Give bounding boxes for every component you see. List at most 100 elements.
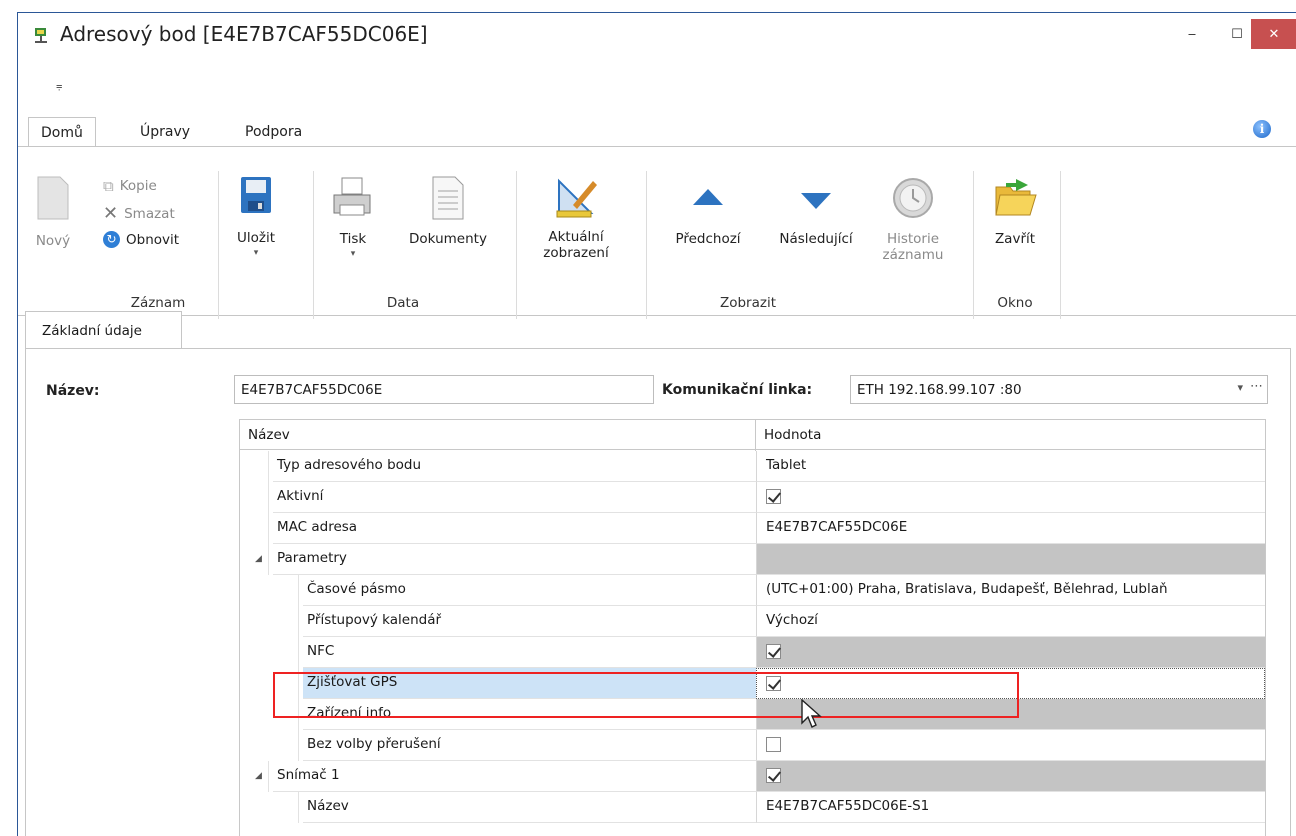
current-view-label-2: zobrazení [543, 245, 609, 261]
documents-button[interactable]: Dokumenty [398, 175, 498, 247]
grid-row[interactable]: NFC [240, 637, 1265, 668]
ellipsis-button[interactable]: ⋯ [1250, 379, 1263, 394]
address-point-icon [35, 28, 47, 43]
history-clock-icon [893, 178, 933, 218]
property-name: Typ adresového bodu [273, 451, 756, 482]
row-indent [240, 451, 269, 482]
chevron-down-icon[interactable]: ▾ [1237, 381, 1243, 394]
current-view-button[interactable]: Aktuální zobrazení [526, 175, 626, 261]
grid-row[interactable]: Název E4E7B7CAF55DC06E-S1 [240, 792, 1265, 823]
communication-link-select[interactable]: ETH 192.168.99.107 :80 ▾ ⋯ [850, 375, 1268, 404]
next-button[interactable]: Následující [766, 175, 866, 247]
save-button[interactable]: Uložit ▾ [231, 175, 281, 258]
checkbox[interactable] [766, 737, 781, 752]
property-value[interactable]: E4E7B7CAF55DC06E [756, 513, 1265, 544]
grid-row[interactable]: Časové pásmo (UTC+01:00) Praha, Bratislav… [240, 575, 1265, 606]
checkbox[interactable] [766, 489, 781, 504]
new-label: Nový [35, 233, 71, 249]
record-history-button[interactable]: Historie záznamu [873, 175, 953, 263]
communication-link-label: Komunikační linka: [662, 382, 813, 398]
title-bar: Adresový bod [E4E7B7CAF55DC06E] ‒ ☐ ✕ [18, 13, 1296, 57]
property-value[interactable] [756, 730, 1265, 761]
column-header-name[interactable]: Název [248, 427, 290, 443]
ribbon-separator [646, 171, 647, 319]
history-label-2: záznamu [882, 247, 944, 263]
row-indent [240, 637, 299, 668]
ribbon-separator [313, 171, 314, 319]
grid-row[interactable]: Typ adresového bodu Tablet [240, 451, 1265, 482]
close-window-button[interactable]: ✕ [1251, 19, 1296, 49]
property-name: Časové pásmo [303, 575, 756, 606]
ribbon-separator [1060, 171, 1061, 319]
tab-domu[interactable]: Domů [28, 117, 96, 147]
grid-scrollbar[interactable] [1265, 419, 1282, 836]
group-label-window: Okno [997, 295, 1033, 311]
copy-label: Kopie [119, 178, 157, 194]
property-value-text: Tablet [766, 457, 807, 473]
column-header-value[interactable]: Hodnota [764, 427, 821, 443]
grid-header: Název Hodnota [240, 419, 1265, 451]
quick-access-toolbar-menu[interactable]: ⩦ [56, 79, 62, 93]
close-record-button[interactable]: Zavřít [980, 175, 1050, 247]
row-indent [240, 730, 299, 761]
property-value[interactable] [756, 544, 1265, 575]
expand-collapse-icon[interactable]: ◢ [255, 771, 262, 781]
property-value[interactable] [756, 761, 1265, 792]
property-value[interactable]: Výchozí [756, 606, 1265, 637]
minimize-button[interactable]: ‒ [1173, 19, 1211, 49]
tab-basic-info[interactable]: Základní údaje [25, 311, 182, 349]
ribbon-separator [516, 171, 517, 319]
column-divider [755, 420, 756, 451]
ribbon-separator [973, 171, 974, 319]
print-label: Tisk [339, 231, 367, 247]
tab-podpora[interactable]: Podpora [233, 117, 314, 147]
grid-row[interactable]: Aktivní [240, 482, 1265, 513]
arrow-up-icon [693, 189, 723, 205]
property-grid: Název Hodnota Typ adresového bodu Tablet A… [239, 419, 1282, 836]
row-indent [240, 606, 299, 637]
delete-button[interactable]: ✕ Smazat [103, 203, 175, 224]
design-view-icon [556, 178, 597, 218]
copy-button[interactable]: ⧉ Kopie [103, 177, 157, 195]
checkbox[interactable] [766, 644, 781, 659]
tab-upravy[interactable]: Úpravy [128, 117, 202, 147]
checkbox[interactable] [766, 768, 781, 783]
printer-icon [333, 177, 371, 216]
property-value[interactable] [756, 482, 1265, 513]
window-title: Adresový bod [E4E7B7CAF55DC06E] [60, 22, 428, 46]
row-indent: ◢ [240, 761, 269, 792]
grid-row[interactable]: MAC adresa E4E7B7CAF55DC06E [240, 513, 1265, 544]
new-document-icon [37, 176, 69, 220]
delete-label: Smazat [124, 205, 175, 222]
property-name: Název [303, 792, 756, 823]
row-indent [240, 482, 269, 513]
grid-row[interactable]: Bez volby přerušení [240, 730, 1265, 761]
new-button[interactable]: Nový [28, 175, 78, 249]
refresh-label: Obnovit [126, 231, 180, 248]
property-name: Bez volby přerušení [303, 730, 756, 761]
property-value[interactable]: (UTC+01:00) Praha, Bratislava, Budapešť,… [756, 575, 1265, 606]
documents-label: Dokumenty [409, 231, 487, 247]
refresh-button[interactable]: ↻ Obnovit [103, 231, 179, 248]
row-indent [240, 513, 269, 544]
document-icon [432, 176, 464, 220]
property-value[interactable]: E4E7B7CAF55DC06E-S1 [756, 792, 1265, 823]
history-label-1: Historie [886, 231, 940, 247]
grid-row[interactable]: Přístupový kalendář Výchozí [240, 606, 1265, 637]
info-icon[interactable]: i [1253, 120, 1271, 138]
name-input[interactable]: E4E7B7CAF55DC06E [234, 375, 654, 404]
expand-collapse-icon[interactable]: ◢ [255, 554, 262, 564]
grid-row[interactable]: ◢ Parametry [240, 544, 1265, 575]
previous-button[interactable]: Předchozí [663, 175, 753, 247]
folder-exit-icon [995, 179, 1037, 216]
property-name: Snímač 1 [273, 761, 756, 792]
save-icon [241, 177, 271, 213]
property-value[interactable]: Tablet [756, 451, 1265, 482]
property-value[interactable] [756, 637, 1265, 668]
print-button[interactable]: Tisk ▾ [328, 175, 378, 259]
property-value-text: E4E7B7CAF55DC06E [766, 519, 908, 535]
grid-row[interactable]: ◢ Snímač 1 [240, 761, 1265, 792]
property-value-text: (UTC+01:00) Praha, Bratislava, Budapešť,… [766, 581, 1168, 597]
arrow-down-icon [801, 193, 831, 209]
row-indent: ◢ [240, 544, 269, 575]
